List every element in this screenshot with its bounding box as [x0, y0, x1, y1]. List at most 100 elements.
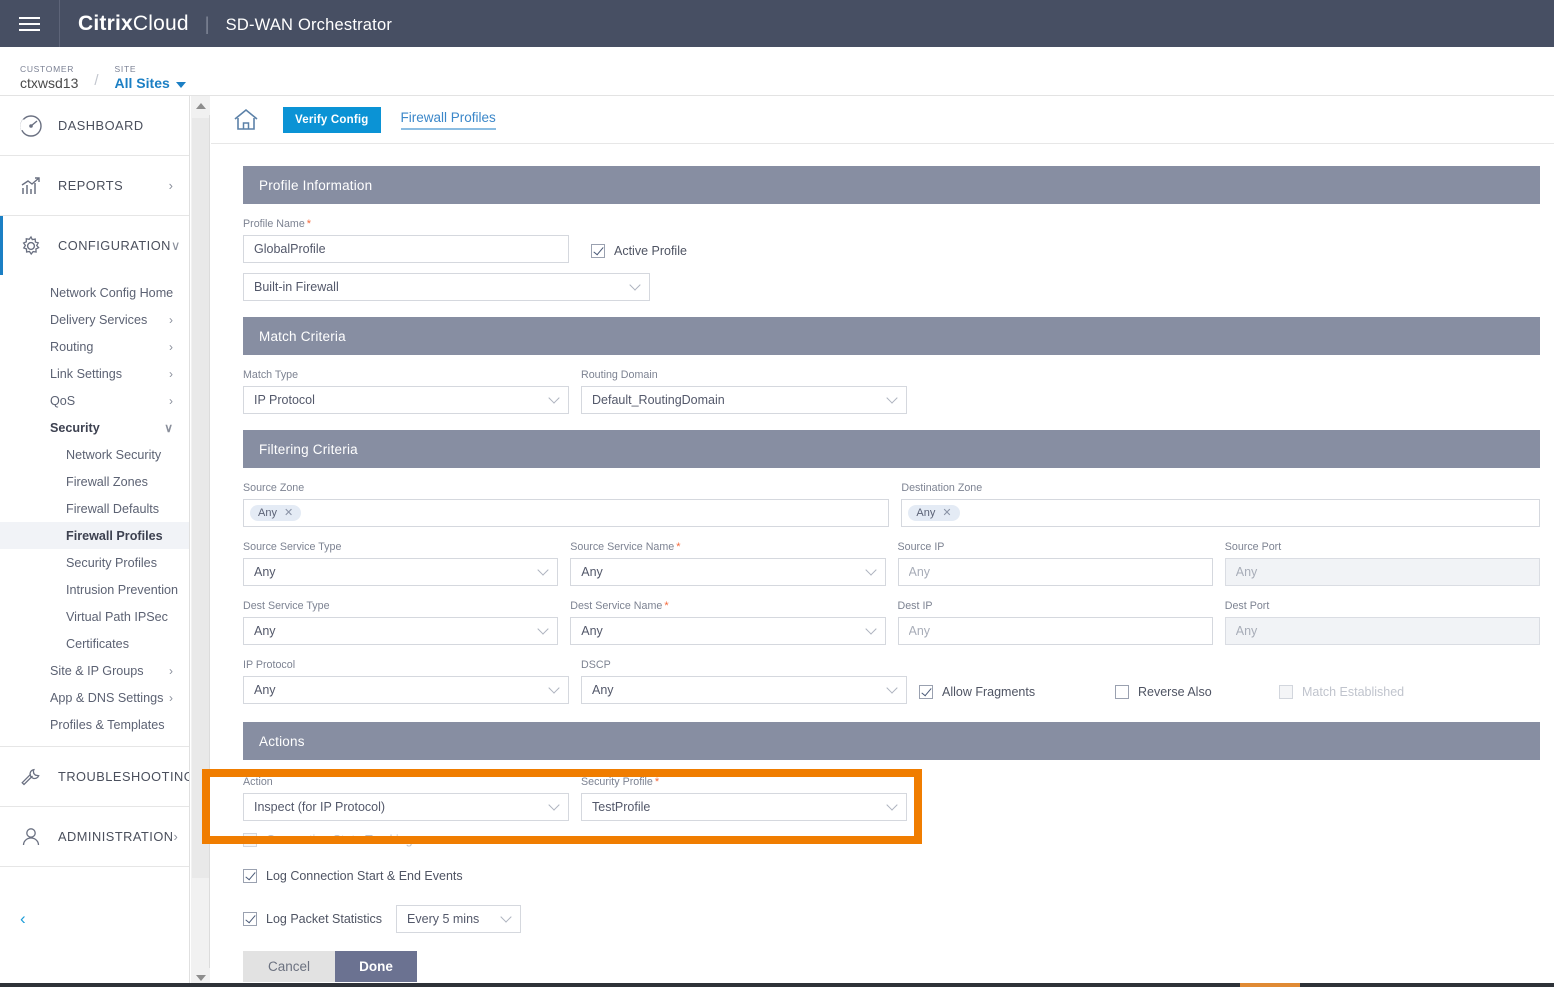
source-ip-input[interactable] — [897, 558, 1213, 586]
routing-domain-select-wrap — [581, 386, 907, 414]
active-profile-checkbox[interactable]: Active Profile — [591, 244, 687, 258]
log-connection-events-checkbox[interactable]: Log Connection Start & End Events — [243, 869, 463, 883]
destination-zone-select[interactable]: Any ✕ — [901, 499, 1540, 527]
match-criteria-row: Match Type Routing Domain — [243, 369, 1540, 414]
required-asterisk: * — [654, 776, 660, 788]
sidebar-item-virtual-path-ipsec[interactable]: Virtual Path IPSec — [0, 603, 189, 630]
profile-name-input[interactable] — [243, 235, 569, 263]
sidebar-item-network-config-home[interactable]: Network Config Home — [0, 279, 189, 306]
sidebar-item-delivery-services[interactable]: Delivery Services › — [0, 306, 189, 333]
chevron-icon: › — [169, 339, 173, 354]
destination-zone-token: Any ✕ — [908, 505, 960, 521]
hamburger-icon[interactable] — [6, 0, 53, 47]
firewall-type-select[interactable] — [243, 273, 650, 301]
source-zone-select[interactable]: Any ✕ — [243, 499, 890, 527]
customer-label: CUSTOMER — [20, 64, 75, 74]
done-button[interactable]: Done — [335, 951, 417, 982]
log-connection-events-label: Log Connection Start & End Events — [266, 869, 463, 883]
sidebar-subitem-label: Virtual Path IPSec — [66, 609, 168, 624]
firewall-profile-form: Profile Information Profile Name* Active… — [211, 144, 1554, 986]
tab-firewall-profiles[interactable]: Firewall Profiles — [400, 110, 496, 130]
destination-zone-label: Destination Zone — [901, 482, 983, 494]
sidebar-item-profiles-templates[interactable]: Profiles & Templates — [0, 711, 189, 738]
dest-ip-input[interactable] — [897, 617, 1213, 645]
zones-row: Source Zone Any ✕ Destination Zone Any ✕ — [243, 482, 1540, 527]
remove-token-icon[interactable]: ✕ — [942, 507, 951, 519]
sidebar-item-site-ip-groups[interactable]: Site & IP Groups › — [0, 657, 189, 684]
source-service-name-select[interactable] — [570, 558, 886, 586]
dscp-select[interactable] — [581, 676, 907, 704]
allow-fragments-checkbox[interactable]: Allow Fragments — [919, 685, 1115, 699]
dest-port-group: Dest Port — [1224, 600, 1540, 645]
customer-crumb: CUSTOMER ctxwsd13 — [20, 64, 78, 91]
dest-service-type-group: Dest Service Type — [243, 600, 559, 645]
sidebar-item-app-dns-settings[interactable]: App & DNS Settings › — [0, 684, 189, 711]
site-crumb[interactable]: SITE All Sites — [115, 64, 186, 91]
app-root: CitrixCloud | SD-WAN Orchestrator CUSTOMER… — [0, 0, 1554, 987]
security-profile-select[interactable] — [581, 793, 907, 821]
ip-protocol-select[interactable] — [243, 676, 569, 704]
sidebar-item-dashboard[interactable]: DASHBOARD — [0, 96, 189, 155]
sidebar-subitem-label: Profiles & Templates — [50, 717, 165, 732]
sidebar-item-reports[interactable]: REPORTS › — [0, 156, 189, 215]
log-interval-select-wrap — [396, 905, 522, 933]
sidebar-item-security-profiles[interactable]: Security Profiles — [0, 549, 189, 576]
sidebar-item-security[interactable]: Security ∨ — [0, 414, 189, 441]
brand-separator: | — [204, 13, 210, 34]
sidebar-item-troubleshooting[interactable]: TROUBLESHOOTING › — [0, 747, 189, 806]
reverse-also-checkbox[interactable]: Reverse Also — [1115, 685, 1279, 699]
sidebar-item-certificates[interactable]: Certificates — [0, 630, 189, 657]
administration-user-icon — [18, 824, 44, 850]
customer-value: ctxwsd13 — [20, 75, 79, 91]
sidebar-item-firewall-zones[interactable]: Firewall Zones — [0, 468, 189, 495]
scroll-up-button[interactable] — [191, 96, 210, 115]
required-asterisk: * — [676, 541, 681, 553]
source-port-input — [1224, 558, 1540, 586]
sidebar-subitem-label: Network Security — [66, 447, 162, 462]
match-type-select[interactable] — [243, 386, 569, 414]
scrollbar-thumb[interactable] — [192, 118, 209, 878]
sidebar-collapse-button[interactable]: ‹ — [20, 910, 26, 927]
dest-service-name-select[interactable] — [570, 617, 886, 645]
sidebar-item-routing[interactable]: Routing › — [0, 333, 189, 360]
sidebar-item-firewall-profiles[interactable]: Firewall Profiles — [0, 522, 189, 549]
sidebar-item-qos[interactable]: QoS › — [0, 387, 189, 414]
sidebar-section-configuration: CONFIGURATION ∨ Network Config Home Deliv… — [0, 216, 189, 747]
dest-service-name-label: Dest Service Name * — [570, 600, 885, 612]
checkbox-box — [591, 244, 605, 258]
dest-service-type-select[interactable] — [243, 617, 559, 645]
source-port-label: Source Port — [1224, 541, 1282, 553]
site-value: All Sites — [114, 75, 170, 91]
sidebar-item-intrusion-prevention[interactable]: Intrusion Prevention — [0, 576, 189, 603]
sidebar-section-troubleshooting: TROUBLESHOOTING › — [0, 747, 189, 807]
section-header-profile-information: Profile Information — [243, 166, 1540, 204]
sidebar-item-configuration[interactable]: CONFIGURATION ∨ — [0, 216, 189, 275]
sidebar-scrollbar[interactable] — [191, 96, 210, 987]
action-row: Action Security Profile* — [243, 776, 1540, 821]
log-packet-statistics-checkbox[interactable]: Log Packet Statistics — [243, 912, 382, 926]
source-service-type-select[interactable] — [243, 558, 559, 586]
sidebar-item-link-settings[interactable]: Link Settings › — [0, 360, 189, 387]
remove-token-icon[interactable]: ✕ — [284, 507, 293, 519]
required-asterisk: * — [664, 600, 669, 612]
chevron-icon: › — [169, 663, 173, 678]
checkbox-box — [1115, 685, 1129, 699]
taskbar-accent — [1240, 983, 1300, 987]
sidebar-item-network-security[interactable]: Network Security — [0, 441, 189, 468]
filter-flags-group: Allow Fragments Reverse Also Match Estab… — [919, 659, 1540, 704]
sidebar-item-administration[interactable]: ADMINISTRATION › — [0, 807, 189, 866]
log-interval-select[interactable] — [396, 905, 522, 933]
site-selector[interactable]: All Sites — [115, 75, 186, 91]
sidebar-section-dashboard: DASHBOARD — [0, 96, 189, 156]
cancel-button[interactable]: Cancel — [243, 951, 335, 982]
sidebar-reports-arrow: › — [168, 178, 173, 193]
active-profile-group: Active Profile — [591, 218, 687, 263]
routing-domain-select[interactable] — [581, 386, 907, 414]
action-select[interactable] — [243, 793, 569, 821]
brand-logo[interactable]: CitrixCloud | SD-WAN Orchestrator — [78, 12, 392, 36]
sidebar-item-firewall-defaults[interactable]: Firewall Defaults — [0, 495, 189, 522]
source-ip-label: Source IP — [897, 541, 945, 553]
sidebar-subitem-label: App & DNS Settings — [50, 690, 164, 705]
verify-config-button[interactable]: Verify Config — [283, 106, 381, 133]
home-icon[interactable] — [231, 105, 261, 135]
